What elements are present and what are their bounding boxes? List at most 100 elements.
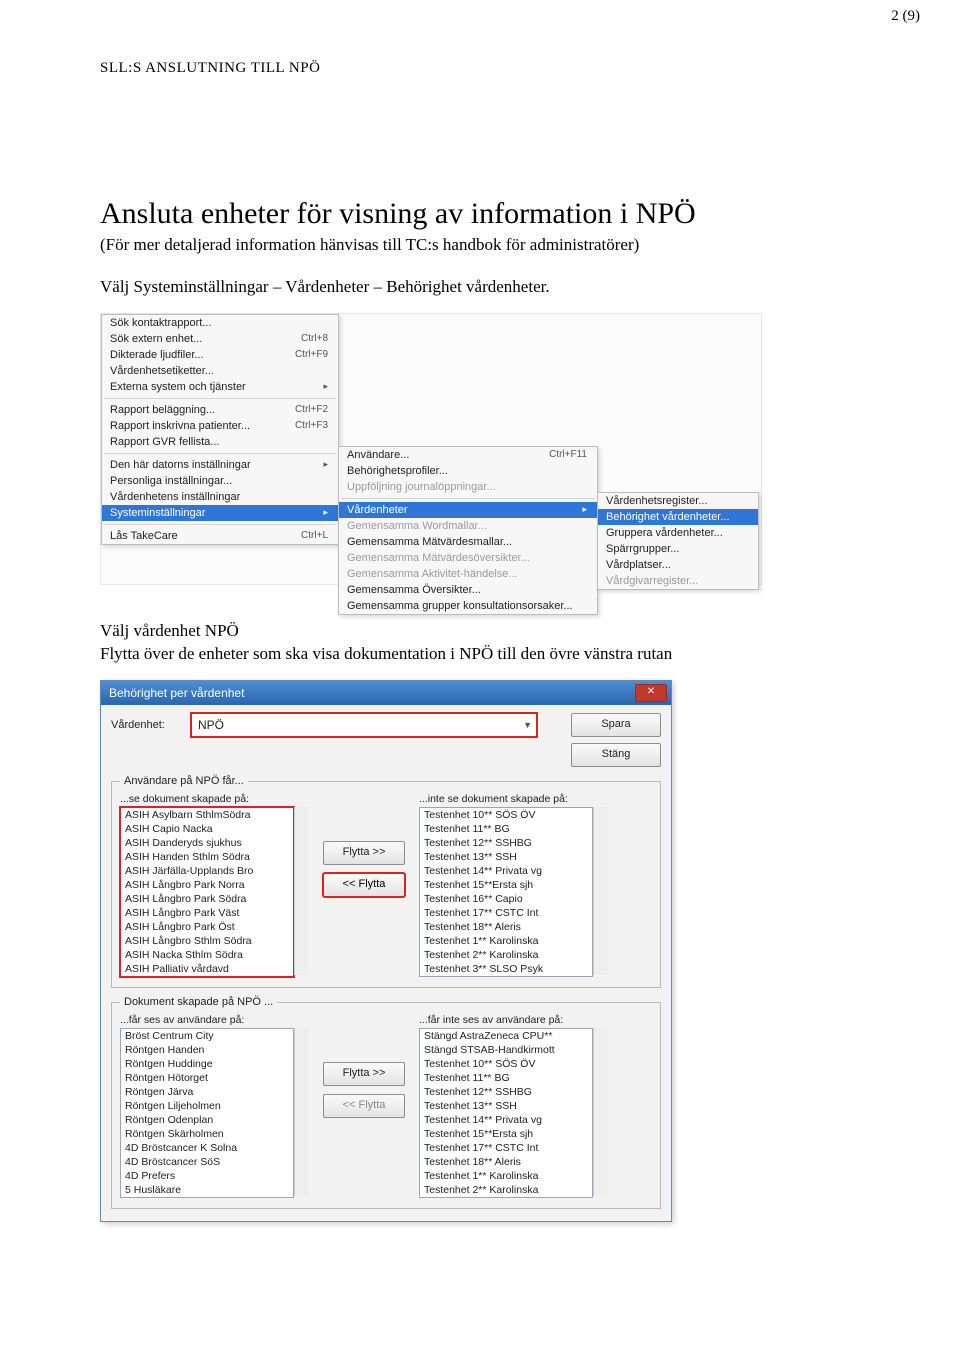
- save-button[interactable]: Spara: [571, 713, 661, 737]
- list-item[interactable]: ASIH Långbro Park Väst: [121, 906, 293, 920]
- list-item[interactable]: Testenhet 13** SSH: [420, 1099, 592, 1113]
- menu-item[interactable]: Gruppera vårdenheter...: [598, 525, 758, 541]
- list-item[interactable]: Bröst Centrum City: [121, 1029, 293, 1043]
- menu-item[interactable]: Den här datorns inställningar: [102, 457, 338, 473]
- list-item[interactable]: Testenhet 18** Aleris: [420, 1155, 592, 1169]
- list-item[interactable]: Testenhet 15**Ersta sjh: [420, 878, 592, 892]
- list-item[interactable]: Röntgen Liljeholmen: [121, 1099, 293, 1113]
- list-item[interactable]: ASIH Handen Sthlm Södra: [121, 850, 293, 864]
- move-right-button[interactable]: Flytta >>: [323, 1062, 405, 1086]
- list-item[interactable]: ASIH Danderyds sjukhus: [121, 836, 293, 850]
- list-item[interactable]: ASIH Järfälla-Upplands Bro: [121, 864, 293, 878]
- list-item[interactable]: Testenhet 1** Karolinska: [420, 934, 592, 948]
- list-item[interactable]: Testenhet 11** BG: [420, 1071, 592, 1085]
- list-item[interactable]: Testenhet 15**Ersta sjh: [420, 1127, 592, 1141]
- list-item[interactable]: 4D Bröstcancer K Solna: [121, 1141, 293, 1155]
- menu-item[interactable]: Spärrgrupper...: [598, 541, 758, 557]
- list-item[interactable]: Testenhet 14** Privata vg: [420, 864, 592, 878]
- menu-column-1: Sök kontaktrapport...Sök extern enhet...…: [101, 314, 339, 545]
- list-item[interactable]: Testenhet 1** Karolinska: [420, 1169, 592, 1183]
- menu-item[interactable]: Externa system och tjänster: [102, 379, 338, 395]
- menu-item[interactable]: Rapport GVR fellista...: [102, 434, 338, 450]
- list-item[interactable]: ASIH Capio Nacka: [121, 822, 293, 836]
- list-item[interactable]: Testenhet 13** SSH: [420, 850, 592, 864]
- list-item[interactable]: Röntgen Handen: [121, 1043, 293, 1057]
- list-item[interactable]: Testenhet 11** BG: [420, 822, 592, 836]
- list-item[interactable]: Stängd STSAB-Handkirmott: [420, 1043, 592, 1057]
- move-right-button[interactable]: Flytta >>: [323, 841, 405, 865]
- scrollbar-icon[interactable]: [294, 1028, 309, 1196]
- menu-item[interactable]: Dikterade ljudfiler...Ctrl+F9: [102, 347, 338, 363]
- menu-item[interactable]: Vårdenhetens inställningar: [102, 489, 338, 505]
- list-item[interactable]: ASIH Långbro Park Öst: [121, 920, 293, 934]
- list-item[interactable]: ASIH Långbro Sthlm Södra: [121, 934, 293, 948]
- menu-item[interactable]: Rapport inskrivna patienter...Ctrl+F3: [102, 418, 338, 434]
- list-item[interactable]: Testenhet 4** SLSO Prim: [420, 976, 592, 977]
- menu-item[interactable]: Vårdenheter: [339, 502, 597, 518]
- list-item[interactable]: AbA Ögonklinik i Alvik: [121, 1197, 293, 1198]
- g2-left-list[interactable]: Bröst Centrum CityRöntgen HandenRöntgen …: [120, 1028, 294, 1198]
- menu-item[interactable]: Vårdgivarregister...: [598, 573, 758, 589]
- menu-item[interactable]: Gemensamma grupper konsultationsorsaker.…: [339, 598, 597, 614]
- menu-item[interactable]: Sök extern enhet...Ctrl+8: [102, 331, 338, 347]
- menu-item[interactable]: Sök kontaktrapport...: [102, 315, 338, 331]
- list-item[interactable]: Röntgen Huddinge: [121, 1057, 293, 1071]
- list-item[interactable]: Testenhet 12** SSHBG: [420, 1085, 592, 1099]
- list-item[interactable]: ASIH Långbro Park Södra: [121, 892, 293, 906]
- list-item[interactable]: Testenhet 14** Privata vg: [420, 1113, 592, 1127]
- list-item[interactable]: 4D Bröstcancer SöS: [121, 1155, 293, 1169]
- close-icon[interactable]: ✕: [635, 684, 667, 702]
- list-item[interactable]: Testenhet 17** CSTC Int: [420, 1141, 592, 1155]
- close-button[interactable]: Stäng: [571, 743, 661, 767]
- list-item[interactable]: Testenhet 12** SSHBG: [420, 836, 592, 850]
- list-item[interactable]: Testenhet 17** CSTC Int: [420, 906, 592, 920]
- group-documents-legend: Dokument skapade på NPÖ ...: [120, 996, 277, 1008]
- list-item[interactable]: Testenhet 10** SÖS ÖV: [420, 1057, 592, 1071]
- g1-left-list[interactable]: ASIH Asylbarn SthlmSödraASIH Capio Nacka…: [120, 807, 294, 977]
- menu-item[interactable]: Gemensamma Wordmallar...: [339, 518, 597, 534]
- list-item[interactable]: Stängd AstraZeneca CPU**: [420, 1029, 592, 1043]
- scrollbar-icon[interactable]: [294, 807, 309, 975]
- list-item[interactable]: Testenhet 2** Karolinska: [420, 1183, 592, 1197]
- list-item[interactable]: Testenhet 2** Karolinska: [420, 948, 592, 962]
- list-item[interactable]: Testenhet 3** SLSO Psyk: [420, 1197, 592, 1198]
- list-item[interactable]: 5 Husläkare: [121, 1183, 293, 1197]
- menu-item[interactable]: Systeminställningar: [102, 505, 338, 521]
- list-item[interactable]: Röntgen Hötorget: [121, 1071, 293, 1085]
- list-item[interactable]: Röntgen Skärholmen: [121, 1127, 293, 1141]
- menu-item[interactable]: Rapport beläggning...Ctrl+F2: [102, 402, 338, 418]
- menu-item[interactable]: Personliga inställningar...: [102, 473, 338, 489]
- scrollbar-icon[interactable]: [593, 1028, 608, 1196]
- list-item[interactable]: ASIH Palliativ vårdavd: [121, 962, 293, 976]
- menu-item[interactable]: Behörighet vårdenheter...: [598, 509, 758, 525]
- menu-item[interactable]: Gemensamma Översikter...: [339, 582, 597, 598]
- list-item[interactable]: ASIH Asylbarn SthlmSödra: [121, 808, 293, 822]
- move-left-button[interactable]: << Flytta: [323, 873, 405, 897]
- list-item[interactable]: ASIH Långbro Park Norra: [121, 878, 293, 892]
- list-item[interactable]: Röntgen Odenplan: [121, 1113, 293, 1127]
- menu-item[interactable]: Gemensamma Aktivitet-händelse...: [339, 566, 597, 582]
- list-item[interactable]: ASIH Sabbatsberg: [121, 976, 293, 977]
- menu-item[interactable]: Behörighetsprofiler...: [339, 463, 597, 479]
- unit-select[interactable]: NPÖ ▼: [191, 713, 537, 737]
- g2-right-list[interactable]: Stängd AstraZeneca CPU**Stängd STSAB-Han…: [419, 1028, 593, 1198]
- menu-item[interactable]: Vårdenhetsetiketter...: [102, 363, 338, 379]
- list-item[interactable]: 4D Prefers: [121, 1169, 293, 1183]
- list-item[interactable]: Röntgen Järva: [121, 1085, 293, 1099]
- g2-left-head: ...får ses av användare på:: [120, 1014, 309, 1026]
- menu-item[interactable]: Gemensamma Mätvärdesmallar...: [339, 534, 597, 550]
- list-item[interactable]: Testenhet 18** Aleris: [420, 920, 592, 934]
- list-item[interactable]: Testenhet 16** Capio: [420, 892, 592, 906]
- menu-item[interactable]: Vårdplatser...: [598, 557, 758, 573]
- list-item[interactable]: Testenhet 3** SLSO Psyk: [420, 962, 592, 976]
- list-item[interactable]: Testenhet 10** SÖS ÖV: [420, 808, 592, 822]
- scrollbar-icon[interactable]: [593, 807, 608, 975]
- menu-item[interactable]: Vårdenhetsregister...: [598, 493, 758, 509]
- list-item[interactable]: ASIH Nacka Sthlm Södra: [121, 948, 293, 962]
- menu-item[interactable]: Användare...Ctrl+F11: [339, 447, 597, 463]
- g1-right-list[interactable]: Testenhet 10** SÖS ÖVTestenhet 11** BGTe…: [419, 807, 593, 977]
- menu-item[interactable]: Gemensamma Mätvärdesöversikter...: [339, 550, 597, 566]
- intro-paren: (För mer detaljerad information hänvisas…: [100, 233, 880, 257]
- menu-item[interactable]: Lås TakeCareCtrl+L: [102, 528, 338, 544]
- menu-item[interactable]: Uppföljning journalöppningar...: [339, 479, 597, 495]
